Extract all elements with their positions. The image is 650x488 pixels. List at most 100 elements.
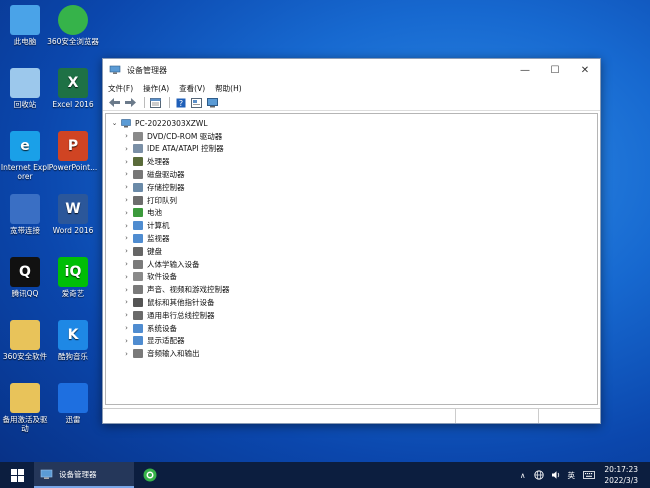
desktop-icon[interactable]: 迅雷 [47, 383, 99, 424]
tree-item[interactable]: › DVD/CD-ROM 驱动器 [122, 130, 222, 142]
expand-chevron-icon[interactable]: › [122, 324, 131, 332]
tree-item-label: 处理器 [147, 157, 170, 167]
device-category-icon [133, 285, 143, 295]
title-bar[interactable]: 设备管理器 — ☐ ✕ [103, 59, 600, 81]
tree-item-label: 软件设备 [147, 272, 177, 282]
desktop-icon[interactable]: X Excel 2016 [47, 68, 99, 109]
desktop-icon[interactable]: 360安全浏览器 [47, 5, 99, 46]
tree-item-label: DVD/CD-ROM 驱动器 [147, 131, 223, 141]
tree-root-label: PC-20220303XZWL [135, 118, 208, 128]
close-button[interactable]: ✕ [570, 59, 600, 81]
desktop-icon[interactable]: W Word 2016 [47, 194, 99, 235]
tree-item[interactable]: › 鼠标和其他指针设备 [122, 296, 215, 308]
tree-item[interactable]: › 通用串行总线控制器 [122, 309, 215, 321]
properties-icon[interactable] [149, 97, 162, 108]
start-button[interactable] [0, 462, 34, 488]
expand-chevron-icon[interactable]: › [122, 132, 131, 140]
forward-arrow-icon[interactable] [124, 97, 137, 108]
expand-chevron-icon[interactable]: › [122, 234, 131, 242]
tree-item[interactable]: › 音频输入和输出 [122, 348, 200, 360]
expand-chevron-icon[interactable]: › [122, 222, 131, 230]
desktop-icon[interactable]: 回收站 [0, 68, 51, 109]
system-clock[interactable]: 20:17:23 2022/3/3 [604, 464, 638, 486]
desktop-icon-label: Word 2016 [52, 226, 94, 235]
expand-chevron-icon[interactable]: › [122, 350, 131, 358]
taskbar-device-manager[interactable]: 设备管理器 [34, 462, 134, 488]
desktop-icon[interactable]: 360安全软件 [0, 320, 51, 361]
expand-chevron-icon[interactable]: › [122, 298, 131, 306]
expand-chevron-icon[interactable]: › [122, 209, 131, 217]
expand-chevron-icon[interactable]: › [122, 260, 131, 268]
menu-action[interactable]: 操作(A) [143, 83, 169, 94]
menu-help[interactable]: 帮助(H) [215, 83, 242, 94]
device-category-icon [133, 157, 143, 167]
excel-icon: X [58, 68, 88, 98]
tree-item[interactable]: › 电池 [122, 207, 162, 219]
collapse-chevron-icon[interactable]: ⌄ [110, 119, 119, 127]
minimize-button[interactable]: — [510, 59, 540, 81]
tree-item[interactable]: › 显示适配器 [122, 335, 185, 347]
tree-item[interactable]: › 打印队列 [122, 194, 177, 206]
device-tree[interactable]: ⌄ PC-20220303XZWL › DVD/CD-ROM 驱动器 › IDE AT… [105, 113, 598, 405]
device-category-icon [133, 297, 143, 307]
tree-item[interactable]: › 计算机 [122, 220, 170, 232]
tree-item[interactable]: › 系统设备 [122, 322, 177, 334]
scan-hardware-icon[interactable] [206, 97, 219, 108]
tree-item[interactable]: › 处理器 [122, 156, 170, 168]
desktop-icon-label: 360安全浏览器 [47, 37, 99, 46]
help-icon[interactable]: ? [174, 97, 187, 108]
expand-chevron-icon[interactable]: › [122, 273, 131, 281]
tree-item[interactable]: › 人体学输入设备 [122, 258, 200, 270]
desktop-icon-label: 此电脑 [13, 37, 37, 46]
ime-indicator[interactable]: 英 [568, 470, 576, 481]
status-pane [456, 409, 539, 423]
desktop-icon[interactable]: P PowerPoint... [47, 131, 99, 172]
desktop-icon[interactable]: 宽带连接 [0, 194, 51, 235]
update-driver-icon[interactable] [190, 97, 203, 108]
keyboard-icon[interactable] [583, 471, 595, 479]
desktop-icon[interactable]: iQ 爱奇艺 [47, 257, 99, 298]
tree-item-label: 键盘 [147, 246, 162, 256]
menu-view[interactable]: 查看(V) [179, 83, 205, 94]
expand-chevron-icon[interactable]: › [122, 158, 131, 166]
expand-chevron-icon[interactable]: › [122, 286, 131, 294]
expand-chevron-icon[interactable]: › [122, 183, 131, 191]
computer-icon [121, 118, 131, 127]
taskbar-360-browser[interactable] [140, 462, 160, 488]
desktop-icon[interactable]: e Internet Explorer [0, 131, 51, 181]
back-arrow-icon[interactable] [108, 97, 121, 108]
system-tray: ∧ 英 [520, 462, 595, 488]
volume-icon[interactable] [551, 470, 561, 480]
network-icon[interactable] [533, 470, 544, 480]
desktop-icon[interactable]: K 酷狗音乐 [47, 320, 99, 361]
tree-item[interactable]: › 软件设备 [122, 271, 177, 283]
tree-item-label: 音频输入和输出 [147, 349, 200, 359]
taskbar: 设备管理器 ∧ 英 20:17:23 2022/3/3 [0, 462, 650, 488]
tree-item[interactable]: › 键盘 [122, 245, 162, 257]
tree-item-label: 磁盘驱动器 [147, 169, 185, 179]
tree-item[interactable]: › 存储控制器 [122, 181, 185, 193]
desktop-icon[interactable]: 备用激活及驱动 [0, 383, 51, 433]
expand-chevron-icon[interactable]: › [122, 145, 131, 153]
menu-file[interactable]: 文件(F) [108, 83, 133, 94]
tray-expand-icon[interactable]: ∧ [520, 471, 526, 480]
maximize-button[interactable]: ☐ [540, 59, 570, 81]
desktop-icon-label: Excel 2016 [52, 100, 94, 109]
device-manager-window[interactable]: 设备管理器 — ☐ ✕ 文件(F) 操作(A) 查看(V) 帮助(H) ? ⌄ … [102, 58, 601, 424]
desktop-icon[interactable]: 此电脑 [0, 5, 51, 46]
tree-item[interactable]: › 磁盘驱动器 [122, 168, 185, 180]
tree-item-label: 人体学输入设备 [147, 259, 200, 269]
expand-chevron-icon[interactable]: › [122, 337, 131, 345]
expand-chevron-icon[interactable]: › [122, 311, 131, 319]
tree-item[interactable]: › 监视器 [122, 232, 170, 244]
expand-chevron-icon[interactable]: › [122, 170, 131, 178]
tree-root[interactable]: ⌄ PC-20220303XZWL [110, 117, 208, 129]
device-category-icon [133, 182, 143, 192]
tree-item[interactable]: › IDE ATA/ATAPI 控制器 [122, 143, 224, 155]
tree-item[interactable]: › 声音、视频和游戏控制器 [122, 284, 230, 296]
expand-chevron-icon[interactable]: › [122, 196, 131, 204]
device-category-icon [133, 169, 143, 179]
expand-chevron-icon[interactable]: › [122, 247, 131, 255]
desktop-icon[interactable]: Q 腾讯QQ [0, 257, 51, 298]
computer-icon [10, 5, 40, 35]
